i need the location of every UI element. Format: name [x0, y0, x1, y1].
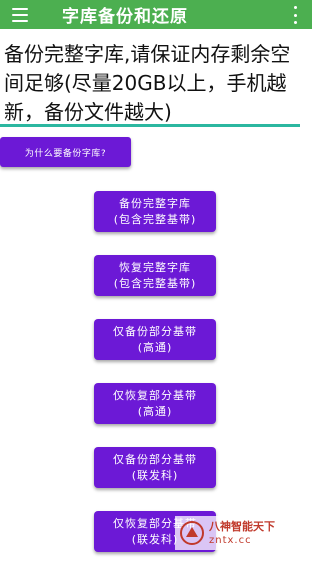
why-backup-button[interactable]: 为什么要备份字库?: [0, 137, 131, 167]
button-sublabel: (联发科): [131, 468, 179, 482]
backup-full-rom-button[interactable]: 备份完整字库 (包含完整基带): [94, 191, 216, 232]
button-sublabel: (包含完整基带): [113, 212, 197, 226]
button-label: 仅备份部分基带: [113, 452, 197, 466]
button-label: 备份完整字库: [119, 196, 191, 210]
app-bar: 字库备份和还原: [0, 0, 312, 29]
divider: [0, 124, 300, 127]
button-label: 仅备份部分基带: [113, 324, 197, 338]
button-label: 仅恢复部分基带: [113, 388, 197, 402]
watermark-logo-icon: [180, 521, 204, 545]
watermark: 八神智能天下 zntx.cc: [175, 516, 309, 550]
restore-full-rom-button[interactable]: 恢复完整字库 (包含完整基带): [94, 255, 216, 296]
button-sublabel: (高通): [137, 404, 173, 418]
button-sublabel: (联发科): [131, 532, 179, 546]
more-vert-icon[interactable]: [290, 6, 300, 24]
app-title: 字库备份和还原: [62, 7, 188, 27]
button-sublabel: (包含完整基带): [113, 276, 197, 290]
button-sublabel: (高通): [137, 340, 173, 354]
watermark-url: zntx.cc: [209, 534, 252, 546]
intro-text: 备份完整字库,请保证内存剩余空间足够(尽量20GB以上，手机越新，备份文件越大): [4, 42, 291, 124]
hamburger-menu-icon[interactable]: [12, 0, 36, 29]
watermark-title: 八神智能天下: [209, 519, 275, 533]
restore-qualcomm-baseband-button[interactable]: 仅恢复部分基带 (高通): [94, 383, 216, 424]
backup-mtk-baseband-button[interactable]: 仅备份部分基带 (联发科): [94, 447, 216, 488]
backup-qualcomm-baseband-button[interactable]: 仅备份部分基带 (高通): [94, 319, 216, 360]
button-label: 恢复完整字库: [119, 260, 191, 274]
